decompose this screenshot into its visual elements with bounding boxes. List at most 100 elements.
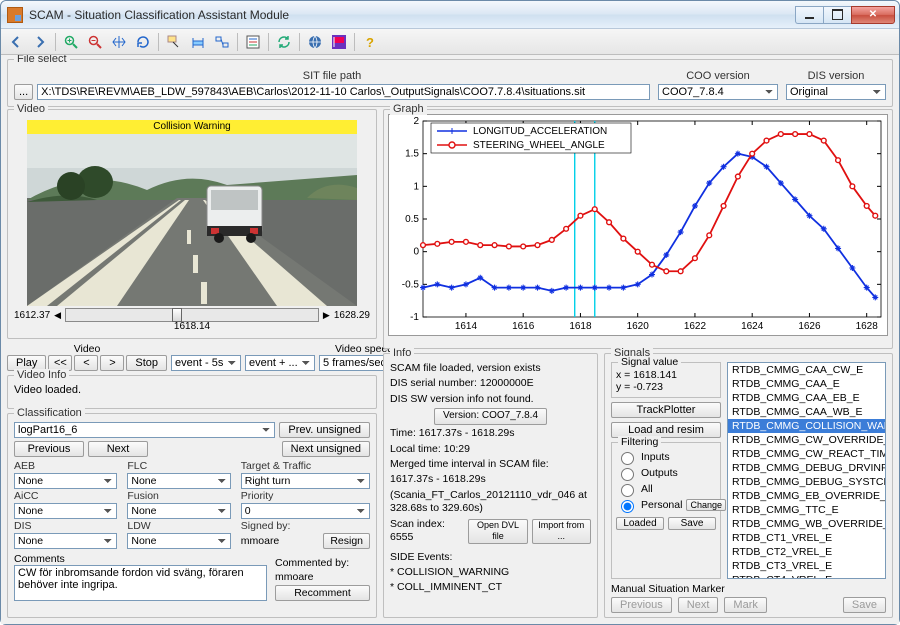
toolbar-separator — [354, 33, 355, 51]
video-frame[interactable]: Collision Warning — [27, 120, 357, 306]
signal-list-item[interactable]: RTDB_CMMG_WB_OVERRIDE_E — [728, 517, 885, 531]
manual-save-button[interactable]: Save — [843, 597, 886, 613]
aicc-select[interactable]: None — [14, 503, 117, 519]
rotate-icon[interactable] — [132, 31, 154, 53]
radio-inputs[interactable]: Inputs — [616, 449, 716, 465]
refresh-icon[interactable] — [273, 31, 295, 53]
minimize-button[interactable] — [795, 6, 823, 24]
signal-list-item[interactable]: RTDB_CT2_VREL_E — [728, 545, 885, 559]
app-icon — [7, 7, 23, 23]
info-line: Time: 1617.37s - 1618.29s — [390, 427, 591, 440]
zoom-out-icon[interactable] — [84, 31, 106, 53]
svg-text:1618: 1618 — [569, 321, 592, 332]
manual-mark-button[interactable]: Mark — [724, 597, 766, 613]
signal-list-item[interactable]: RTDB_CMMG_CAA_WB_E — [728, 405, 885, 419]
classification-legend: Classification — [14, 407, 85, 419]
signal-list-item[interactable]: RTDB_CT4_VREL_E — [728, 573, 885, 579]
toolbar-separator — [55, 33, 56, 51]
change-button[interactable]: Change — [686, 499, 726, 511]
pan-icon[interactable] — [108, 31, 130, 53]
signal-list-item[interactable]: RTDB_CMMG_CW_OVERRIDE_E — [728, 433, 885, 447]
signal-list-item[interactable]: RTDB_CT3_VREL_E — [728, 559, 885, 573]
legend-icon[interactable] — [242, 31, 264, 53]
data-cursor-icon[interactable] — [163, 31, 185, 53]
sit-browse-button[interactable]: ... — [14, 84, 33, 100]
signal-list[interactable]: RTDB_CMMG_CAA_CW_ERTDB_CMMG_CAA_ERTDB_CM… — [727, 362, 886, 579]
fusion-select[interactable]: None — [127, 503, 230, 519]
flag-icon[interactable] — [328, 31, 350, 53]
svg-text:0: 0 — [413, 247, 419, 258]
open-dvl-button[interactable]: Open DVL file — [468, 519, 527, 544]
link-icon[interactable] — [211, 31, 233, 53]
fusion-label: Fusion — [127, 490, 230, 502]
forward-button[interactable] — [29, 31, 51, 53]
flc-select[interactable]: None — [127, 473, 230, 489]
globe-icon[interactable] — [304, 31, 326, 53]
radio-all[interactable]: All — [616, 481, 716, 497]
import-button[interactable]: Import from ... — [532, 519, 591, 544]
target-traffic-select[interactable]: Right turn — [241, 473, 370, 489]
sit-path-label: SIT file path — [14, 70, 650, 82]
recomment-button[interactable]: Recomment — [275, 585, 370, 601]
prev-unsigned-button[interactable]: Prev. unsigned — [279, 422, 370, 438]
signal-list-item[interactable]: RTDB_CMMG_TTC_E — [728, 503, 885, 517]
back-button[interactable] — [5, 31, 27, 53]
next-frame-button[interactable]: > — [100, 355, 124, 371]
svg-text:?: ? — [366, 35, 374, 50]
video-legend: Video — [14, 103, 48, 115]
dis-version-select[interactable]: Original — [786, 84, 886, 100]
comments-textarea[interactable] — [14, 565, 267, 601]
help-icon[interactable]: ? — [359, 31, 381, 53]
version-button[interactable]: Version: COO7_7.8.4 — [434, 408, 547, 425]
video-time-slider[interactable] — [65, 308, 319, 322]
ldw-select[interactable]: None — [127, 533, 230, 549]
signal-list-item[interactable]: RTDB_CMMG_CAA_EB_E — [728, 391, 885, 405]
filter-save-button[interactable]: Save — [668, 517, 716, 530]
range-before-select[interactable]: event - 5s — [171, 355, 241, 371]
maximize-button[interactable] — [823, 6, 851, 24]
loaded-button[interactable]: Loaded — [616, 517, 664, 530]
aicc-label: AiCC — [14, 490, 117, 502]
coo-version-label: COO version — [658, 70, 778, 82]
aeb-select[interactable]: None — [14, 473, 117, 489]
manual-next-button[interactable]: Next — [678, 597, 719, 613]
side-events-label: SIDE Events: — [390, 551, 591, 564]
svg-text:1614: 1614 — [455, 321, 478, 332]
signal-list-item[interactable]: RTDB_CMMG_COLLISION_WARNING_E — [728, 419, 885, 433]
range-after-select[interactable]: event + ... — [245, 355, 315, 371]
signal-list-item[interactable]: RTDB_CMMG_EB_OVERRIDE_E — [728, 489, 885, 503]
resign-button[interactable]: Resign — [323, 533, 370, 549]
trackplotter-button[interactable]: TrackPlotter — [611, 402, 721, 418]
signal-list-item[interactable]: RTDB_CMMG_CAA_CW_E — [728, 363, 885, 377]
radio-outputs[interactable]: Outputs — [616, 465, 716, 481]
collision-warning-banner: Collision Warning — [27, 120, 357, 134]
close-button[interactable]: ✕ — [851, 6, 895, 24]
signal-list-item[interactable]: RTDB_CT1_VREL_E — [728, 531, 885, 545]
titlebar[interactable]: SCAM - Situation Classification Assistan… — [1, 1, 899, 29]
brush-icon[interactable] — [187, 31, 209, 53]
toolbar-separator — [158, 33, 159, 51]
next-button[interactable]: Next — [88, 441, 148, 457]
manual-marker-label: Manual Situation Marker — [611, 583, 886, 595]
dis-select[interactable]: None — [14, 533, 117, 549]
prev-frame-button[interactable]: < — [74, 355, 98, 371]
manual-previous-button[interactable]: Previous — [611, 597, 672, 613]
coo-version-select[interactable]: COO7_7.8.4 — [658, 84, 778, 100]
log-select[interactable]: logPart16_6 — [14, 422, 275, 438]
signal-list-item[interactable]: RTDB_CMMG_CAA_E — [728, 377, 885, 391]
stop-button[interactable]: Stop — [126, 355, 167, 371]
sit-path-input[interactable] — [37, 84, 650, 100]
toolbar-separator — [299, 33, 300, 51]
toolbar-separator — [237, 33, 238, 51]
priority-select[interactable]: 0 — [241, 503, 370, 519]
next-unsigned-button[interactable]: Next unsigned — [282, 441, 370, 457]
signal-list-item[interactable]: RTDB_CMMG_CW_REACT_TIME_E — [728, 447, 885, 461]
zoom-in-icon[interactable] — [60, 31, 82, 53]
radio-personal[interactable]: Personal — [616, 497, 682, 513]
previous-button[interactable]: Previous — [14, 441, 84, 457]
signal-list-item[interactable]: RTDB_CMMG_DEBUG_DRVINFL_E — [728, 461, 885, 475]
signal-list-item[interactable]: RTDB_CMMG_DEBUG_SYSTCHK_E — [728, 475, 885, 489]
signed-by-value: mmoare — [241, 535, 320, 547]
graph-canvas[interactable]: -1-0.500.511.521614161616181620162216241… — [388, 114, 888, 336]
info-line: Scan index: 6555 — [390, 518, 464, 545]
